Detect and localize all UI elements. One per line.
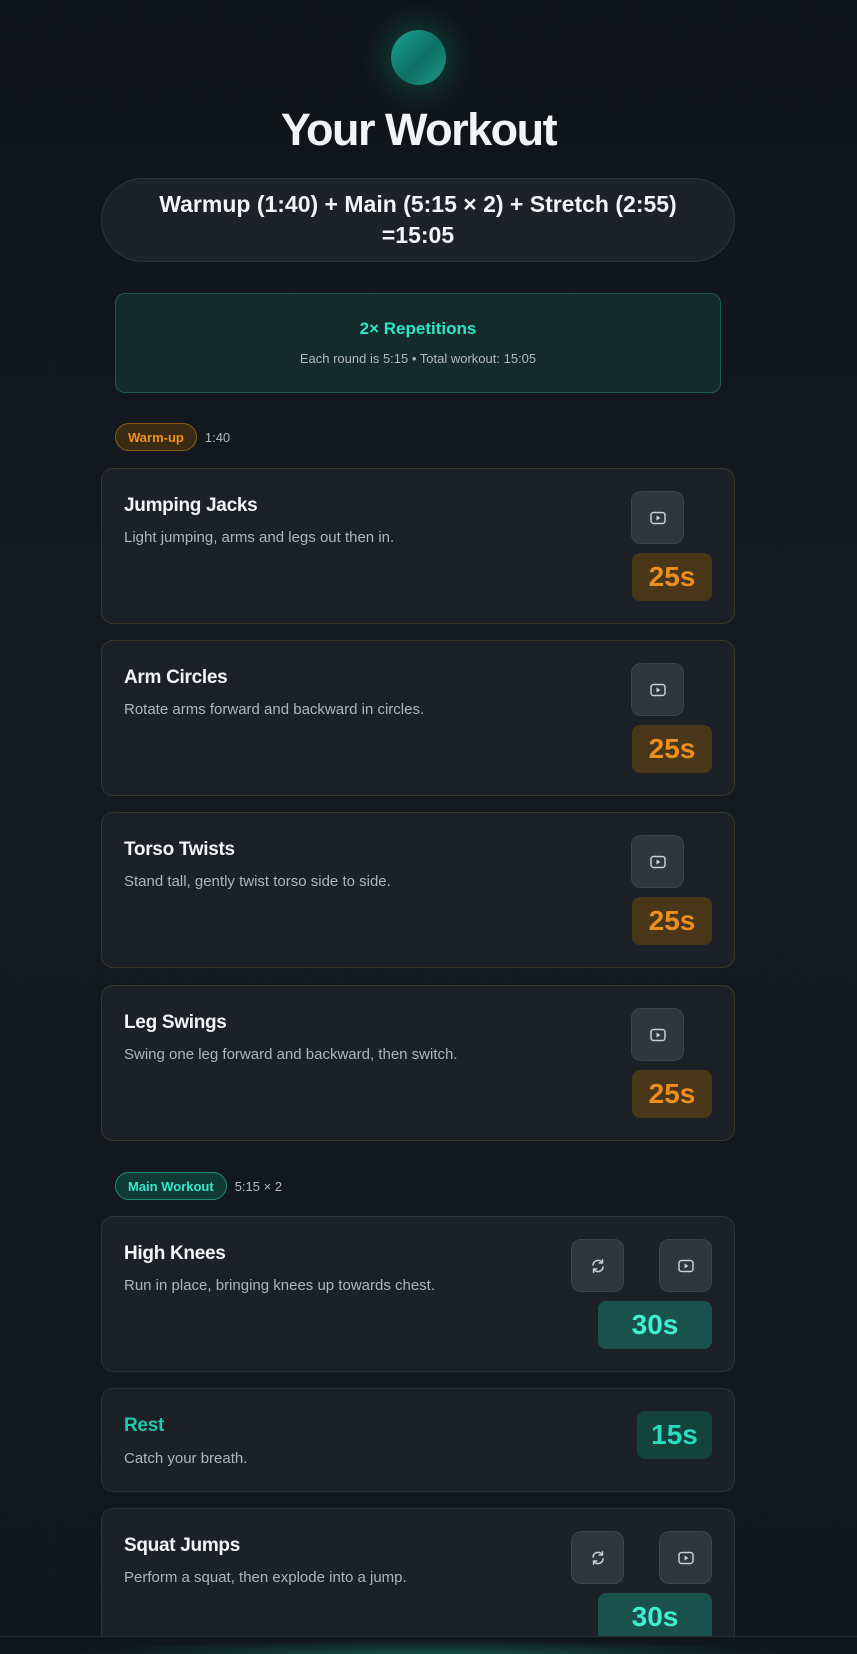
play-video-icon	[677, 1551, 694, 1564]
formula-text: Warmup (1:40) + Main (5:15 × 2) + Stretc…	[159, 191, 677, 248]
repetitions-banner: 2× Repetitions Each round is 5:15 • Tota…	[115, 293, 721, 393]
exercise-description: Swing one leg forward and backward, then…	[124, 1046, 458, 1063]
duration-badge: 30s	[598, 1593, 712, 1641]
repetitions-title: 2× Repetitions	[359, 319, 477, 338]
exercise-description: Light jumping, arms and legs out then in…	[124, 529, 395, 546]
exercise-name: High Knees	[124, 1243, 226, 1264]
logo-orb-icon	[391, 30, 446, 85]
exercise-card-high-knees[interactable]: High Knees Run in place, bringing knees …	[101, 1216, 735, 1372]
play-video-button[interactable]	[659, 1531, 712, 1584]
exercise-name: Torso Twists	[124, 839, 235, 860]
exercise-description: Rotate arms forward and backward in circ…	[124, 701, 425, 718]
duration-badge: 25s	[632, 897, 712, 945]
exercise-description: Run in place, bringing knees up towards …	[124, 1277, 436, 1294]
play-video-icon	[649, 855, 666, 868]
duration-badge: 25s	[632, 553, 712, 601]
rest-duration-badge: 15s	[637, 1411, 712, 1459]
exercise-card-squat-jumps[interactable]: Squat Jumps Perform a squat, then explod…	[101, 1508, 735, 1654]
swap-exercise-button[interactable]	[571, 1531, 624, 1584]
warmup-duration: 1:40	[204, 429, 231, 445]
exercise-description: Perform a squat, then explode into a jum…	[124, 1569, 407, 1586]
bottom-bar	[0, 1636, 857, 1654]
swap-exercise-button[interactable]	[571, 1239, 624, 1292]
exercise-card-leg-swings[interactable]: Leg Swings Swing one leg forward and bac…	[101, 985, 735, 1141]
logo	[391, 30, 446, 85]
rest-title: Rest	[124, 1415, 164, 1436]
workout-formula: Warmup (1:40) + Main (5:15 × 2) + Stretc…	[101, 178, 735, 262]
play-video-button[interactable]	[631, 491, 684, 544]
exercise-card-jumping-jacks[interactable]: Jumping Jacks Light jumping, arms and le…	[101, 468, 735, 624]
warmup-badge: Warm-up	[115, 423, 197, 451]
play-video-button[interactable]	[631, 1008, 684, 1061]
rest-card[interactable]: Rest Catch your breath. 15s	[101, 1388, 735, 1492]
exercise-description: Stand tall, gently twist torso side to s…	[124, 873, 391, 890]
duration-badge: 25s	[632, 725, 712, 773]
play-video-button[interactable]	[631, 663, 684, 716]
swap-refresh-icon	[591, 1550, 604, 1565]
play-video-icon	[677, 1259, 694, 1272]
exercise-name: Jumping Jacks	[124, 495, 258, 516]
warmup-section-header: Warm-up 1:40	[115, 423, 230, 451]
play-video-icon	[649, 683, 666, 696]
rest-description: Catch your breath.	[124, 1450, 248, 1467]
play-video-icon	[649, 1028, 666, 1041]
exercise-name: Leg Swings	[124, 1012, 227, 1033]
main-workout-badge: Main Workout	[115, 1172, 227, 1200]
duration-badge: 30s	[598, 1301, 712, 1349]
exercise-card-torso-twists[interactable]: Torso Twists Stand tall, gently twist to…	[101, 812, 735, 968]
main-section-header: Main Workout 5:15 × 2	[115, 1172, 282, 1200]
main-duration: 5:15 × 2	[234, 1178, 283, 1194]
exercise-name: Squat Jumps	[124, 1535, 240, 1556]
exercise-name: Arm Circles	[124, 667, 228, 688]
exercise-card-arm-circles[interactable]: Arm Circles Rotate arms forward and back…	[101, 640, 735, 796]
play-video-button[interactable]	[659, 1239, 712, 1292]
play-video-icon	[649, 511, 666, 524]
swap-refresh-icon	[591, 1258, 604, 1273]
repetitions-subtitle: Each round is 5:15 • Total workout: 15:0…	[299, 351, 537, 366]
page-title: Your Workout	[280, 104, 558, 155]
duration-badge: 25s	[632, 1070, 712, 1118]
play-video-button[interactable]	[631, 835, 684, 888]
